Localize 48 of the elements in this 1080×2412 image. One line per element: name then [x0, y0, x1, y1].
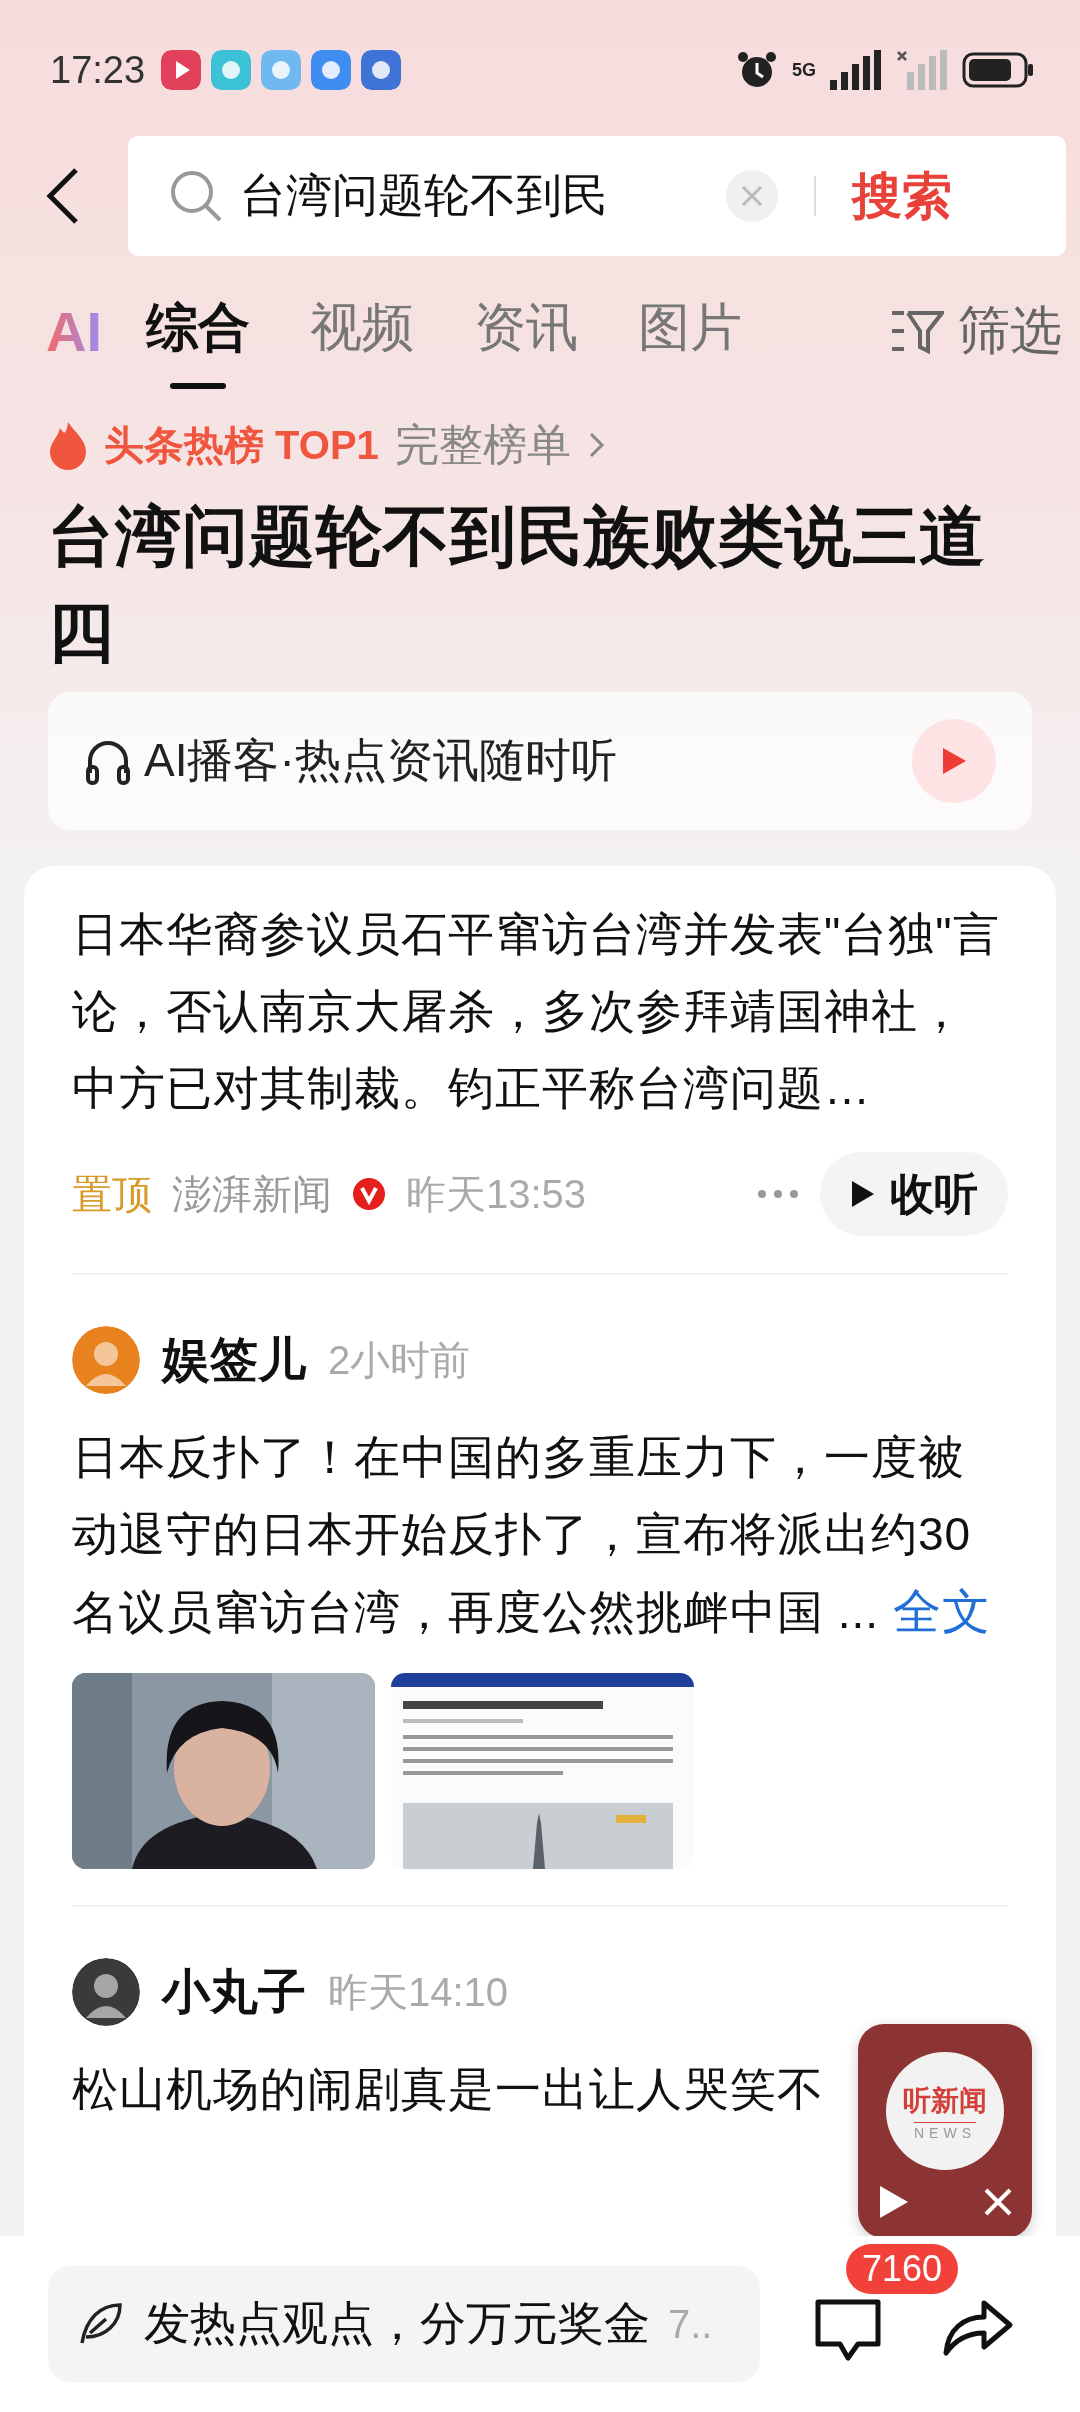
network-type: 5G	[792, 61, 816, 79]
signal-icon	[896, 50, 948, 90]
play-icon	[940, 746, 968, 776]
battery-icon	[962, 52, 1034, 88]
podcast-label: AI播客·热点资讯随时听	[144, 733, 618, 788]
close-icon	[740, 184, 764, 208]
tab[interactable]: 视频	[310, 273, 414, 389]
comment-count-badge: 7160	[846, 2244, 959, 2294]
app-icon	[161, 50, 202, 90]
news-player[interactable]: 听新闻 NEWS	[858, 2024, 1032, 2238]
app-icon	[361, 50, 402, 90]
search-icon	[168, 168, 224, 224]
full-list-link[interactable]: 完整榜单	[394, 415, 571, 475]
post-text[interactable]: 日本反扑了！在中国的多重压力下，一度被动退守的日本开始反扑了，宣布将派出约30名议员窜访台湾，再度公然挑衅中国 ... 全文	[72, 1419, 1008, 1651]
signal-icon	[830, 50, 882, 90]
status-time: 17:23	[50, 48, 146, 92]
author-name[interactable]: 娱签儿	[162, 1328, 306, 1392]
listen-button[interactable]: 收听	[820, 1152, 1008, 1236]
flame-icon	[48, 420, 88, 470]
player-subtitle: NEWS	[914, 2121, 976, 2141]
search-button[interactable]: 搜索	[852, 162, 952, 230]
hot-list-label: 头条热榜 TOP1	[104, 421, 379, 469]
author-name[interactable]: 小丸子	[162, 1960, 306, 2024]
post-text[interactable]: 松山机场的闹剧真是一出让人哭笑不	[72, 2051, 824, 2128]
source-name[interactable]: 澎湃新闻	[172, 1166, 332, 1222]
tab[interactable]: 图片	[638, 273, 742, 389]
topic-title: 台湾问题轮不到民族败类说三道四	[47, 498, 987, 671]
post-time: 昨天14:10	[328, 1968, 509, 2016]
comment-hint: 7..	[668, 2301, 713, 2347]
search-input[interactable]: 台湾问题轮不到民	[240, 169, 710, 223]
more-icon[interactable]	[756, 1188, 800, 1200]
comment-field[interactable]: 发热点观点，分万元奖金 7..	[48, 2266, 760, 2382]
app-icon	[211, 50, 252, 90]
post-time: 昨天13:53	[406, 1170, 587, 1218]
pinned-tag: 置顶	[72, 1166, 152, 1222]
filter-button[interactable]: 筛选	[890, 296, 1062, 366]
comment-placeholder: 发热点观点，分万元奖金	[144, 2296, 650, 2351]
full-text-link[interactable]: 全文	[892, 1585, 991, 1638]
post-time: 2小时前	[328, 1336, 471, 1384]
avatar-icon[interactable]	[72, 1958, 140, 2026]
play-icon	[850, 1179, 876, 1209]
post-text[interactable]: 日本华裔参议员石平窜访台湾并发表"台独"言论，否认南京大屠杀，多次参拜靖国神社，中方已对其制裁。钧正平称台湾问题…	[72, 896, 1008, 1127]
podcast-banner[interactable]: AI播客·热点资讯随时听	[48, 692, 1032, 830]
app-icon	[311, 50, 352, 90]
tab[interactable]: 综合	[146, 273, 250, 389]
player-title: 听新闻	[903, 2083, 987, 2118]
app-icon	[261, 50, 302, 90]
tab[interactable]: 资讯	[474, 273, 578, 389]
